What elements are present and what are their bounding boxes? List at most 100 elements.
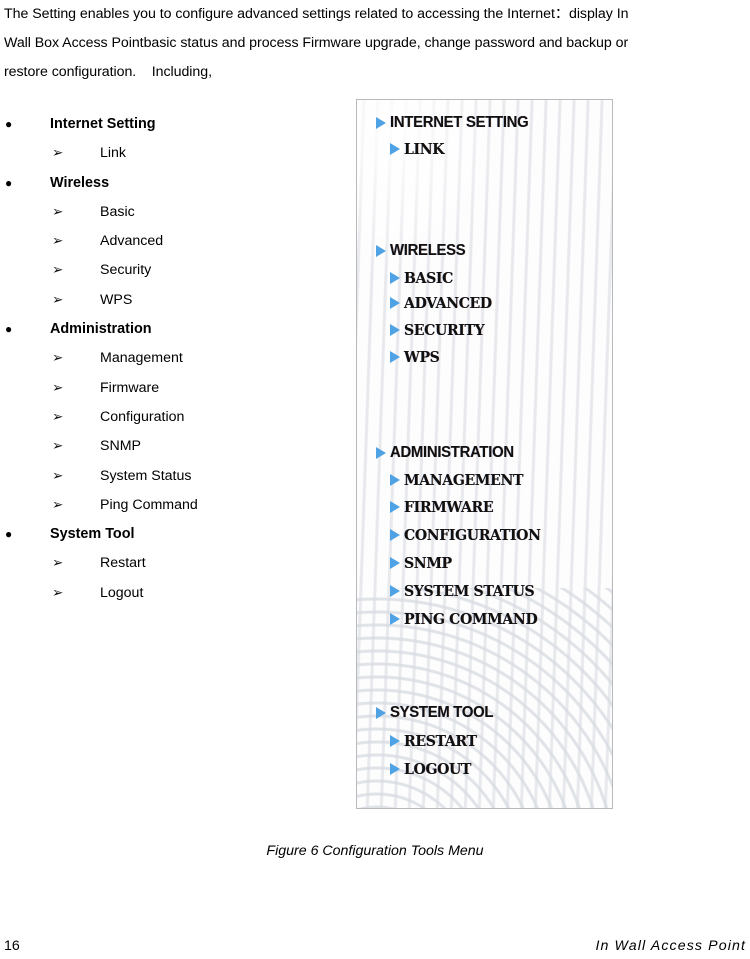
menu-item-wireless[interactable]: WIRELESS xyxy=(376,242,469,260)
outline-item-label: Ping Command xyxy=(100,496,198,513)
outline-sub-row: ➢ WPS xyxy=(0,286,340,315)
menu-item-security[interactable]: SECURITY xyxy=(390,321,489,339)
outline-item-label: System Status xyxy=(100,467,192,484)
outline-sub-row: ➢ Configuration xyxy=(0,403,340,432)
outline-item-label: Wireless xyxy=(50,174,110,191)
bullet-disc-icon: ● xyxy=(5,322,13,337)
arrow-right-icon: ➢ xyxy=(52,584,64,601)
outline-item-label: Firmware xyxy=(100,379,160,396)
outline-sub-row: ➢ Management xyxy=(0,344,340,373)
triangle-right-icon xyxy=(390,297,400,309)
outline-item-label: Logout xyxy=(100,584,144,601)
device-menu-list: INTERNET SETTING LINK WIRELESS BASIC ADVANCE… xyxy=(357,100,612,808)
menu-item-label: SECURITY xyxy=(404,321,485,339)
footer-document-name: In Wall Access Point xyxy=(595,938,746,954)
menu-item-administration[interactable]: ADMINISTRATION xyxy=(376,444,519,462)
triangle-right-icon xyxy=(390,529,400,541)
arrow-right-icon: ➢ xyxy=(52,438,64,455)
arrow-right-icon: ➢ xyxy=(52,379,64,396)
menu-item-label: LOGOUT xyxy=(404,760,472,778)
outline-sub-row: ➢ Link xyxy=(0,139,340,168)
arrow-right-icon: ➢ xyxy=(52,496,64,513)
footer-page-number: 16 xyxy=(4,938,20,954)
menu-item-label: SYSTEM TOOL xyxy=(390,704,494,721)
menu-item-label: WIRELESS xyxy=(390,242,466,259)
menu-item-advanced[interactable]: ADVANCED xyxy=(390,294,497,312)
outline-sub-row: ➢ System Status xyxy=(0,462,340,491)
intro-line-2: Wall Box Access Pointbasic status and pr… xyxy=(4,35,629,51)
triangle-right-icon xyxy=(376,245,386,257)
menu-item-configuration[interactable]: CONFIGURATION xyxy=(390,526,549,544)
outline-sub-row: ➢ Basic xyxy=(0,198,340,227)
bullet-disc-icon: ● xyxy=(5,117,13,131)
arrow-right-icon: ➢ xyxy=(52,408,64,425)
intro-paragraph: The Setting enables you to configure adv… xyxy=(4,0,746,87)
outline-item-label: Link xyxy=(100,145,127,162)
arrow-right-icon: ➢ xyxy=(52,203,64,220)
triangle-right-icon xyxy=(390,557,400,569)
outline-sub-row: ➢ Security xyxy=(0,256,340,285)
triangle-right-icon xyxy=(390,324,400,336)
menu-item-label: SNMP xyxy=(404,554,452,572)
menu-item-label: PING COMMAND xyxy=(404,610,538,628)
menu-item-label: FIRMWARE xyxy=(404,498,494,516)
triangle-right-icon xyxy=(376,447,386,459)
outline-group-row: ● Wireless xyxy=(0,169,340,198)
menu-item-label: SYSTEM STATUS xyxy=(404,582,535,600)
triangle-right-icon xyxy=(390,474,400,486)
menu-item-wps[interactable]: WPS xyxy=(390,348,442,366)
outline-sub-row: ➢ Restart xyxy=(0,549,340,578)
triangle-right-icon xyxy=(376,707,386,719)
outline-item-label: Restart xyxy=(100,555,146,572)
triangle-right-icon xyxy=(390,501,400,513)
menu-item-restart[interactable]: RESTART xyxy=(390,732,481,750)
menu-item-label: INTERNET SETTING xyxy=(390,114,529,131)
arrow-right-icon: ➢ xyxy=(52,350,64,367)
outline-item-label: Management xyxy=(100,350,183,367)
outline-group-row: ● Administration xyxy=(0,315,340,344)
outline-item-label: WPS xyxy=(100,291,133,308)
outline-item-label: SNMP xyxy=(100,438,141,455)
configuration-tools-menu-figure: INTERNET SETTING LINK WIRELESS BASIC ADVANCE… xyxy=(356,99,613,809)
bullet-disc-icon: ● xyxy=(5,175,13,190)
triangle-right-icon xyxy=(390,735,400,747)
menu-item-system-tool[interactable]: SYSTEM TOOL xyxy=(376,704,498,722)
arrow-right-icon: ➢ xyxy=(52,555,64,572)
arrow-right-icon: ➢ xyxy=(52,291,64,308)
menu-item-ping-command[interactable]: PING COMMAND xyxy=(390,610,546,628)
menu-item-system-status[interactable]: SYSTEM STATUS xyxy=(390,582,543,600)
intro-line-3: restore configuration. Including, xyxy=(4,64,212,80)
menu-item-firmware[interactable]: FIRMWARE xyxy=(390,498,499,516)
outline-item-label: Advanced xyxy=(100,233,164,250)
triangle-right-icon xyxy=(390,763,400,775)
arrow-right-icon: ➢ xyxy=(52,233,64,250)
triangle-right-icon xyxy=(390,613,400,625)
triangle-right-icon xyxy=(390,585,400,597)
menu-item-management[interactable]: MANAGEMENT xyxy=(390,471,531,489)
menu-item-label: LINK xyxy=(404,140,445,158)
outline-item-label: Basic xyxy=(100,203,135,220)
outline-item-label: System Tool xyxy=(50,526,135,543)
arrow-right-icon: ➢ xyxy=(52,467,64,484)
outline-item-label: Internet Setting xyxy=(50,116,156,132)
menu-item-label: MANAGEMENT xyxy=(404,471,524,489)
triangle-right-icon xyxy=(390,143,400,155)
outline-item-label: Administration xyxy=(50,321,152,338)
outline-sub-row: ➢ Firmware xyxy=(0,374,340,403)
triangle-right-icon xyxy=(376,117,386,129)
menu-item-label: RESTART xyxy=(404,732,477,750)
menu-item-logout[interactable]: LOGOUT xyxy=(390,760,475,778)
intro-line-1: The Setting enables you to configure adv… xyxy=(4,6,629,22)
bullet-disc-icon: ● xyxy=(5,527,13,542)
menu-item-link[interactable]: LINK xyxy=(390,140,447,158)
outline-item-label: Security xyxy=(100,262,152,279)
feature-outline-list: ● Internet Setting ➢ Link ● Wireless ➢ Basic ➢ Ad… xyxy=(0,110,340,608)
outline-sub-row: ➢ Advanced xyxy=(0,227,340,256)
menu-item-label: CONFIGURATION xyxy=(404,526,541,544)
menu-item-basic[interactable]: BASIC xyxy=(390,269,456,287)
menu-item-snmp[interactable]: SNMP xyxy=(390,554,455,572)
figure-caption: Figure 6 Configuration Tools Menu xyxy=(266,843,484,859)
menu-item-internet-setting[interactable]: INTERNET SETTING xyxy=(376,114,534,132)
outline-item-label: Configuration xyxy=(100,408,185,425)
outline-sub-row: ➢ Logout xyxy=(0,579,340,608)
